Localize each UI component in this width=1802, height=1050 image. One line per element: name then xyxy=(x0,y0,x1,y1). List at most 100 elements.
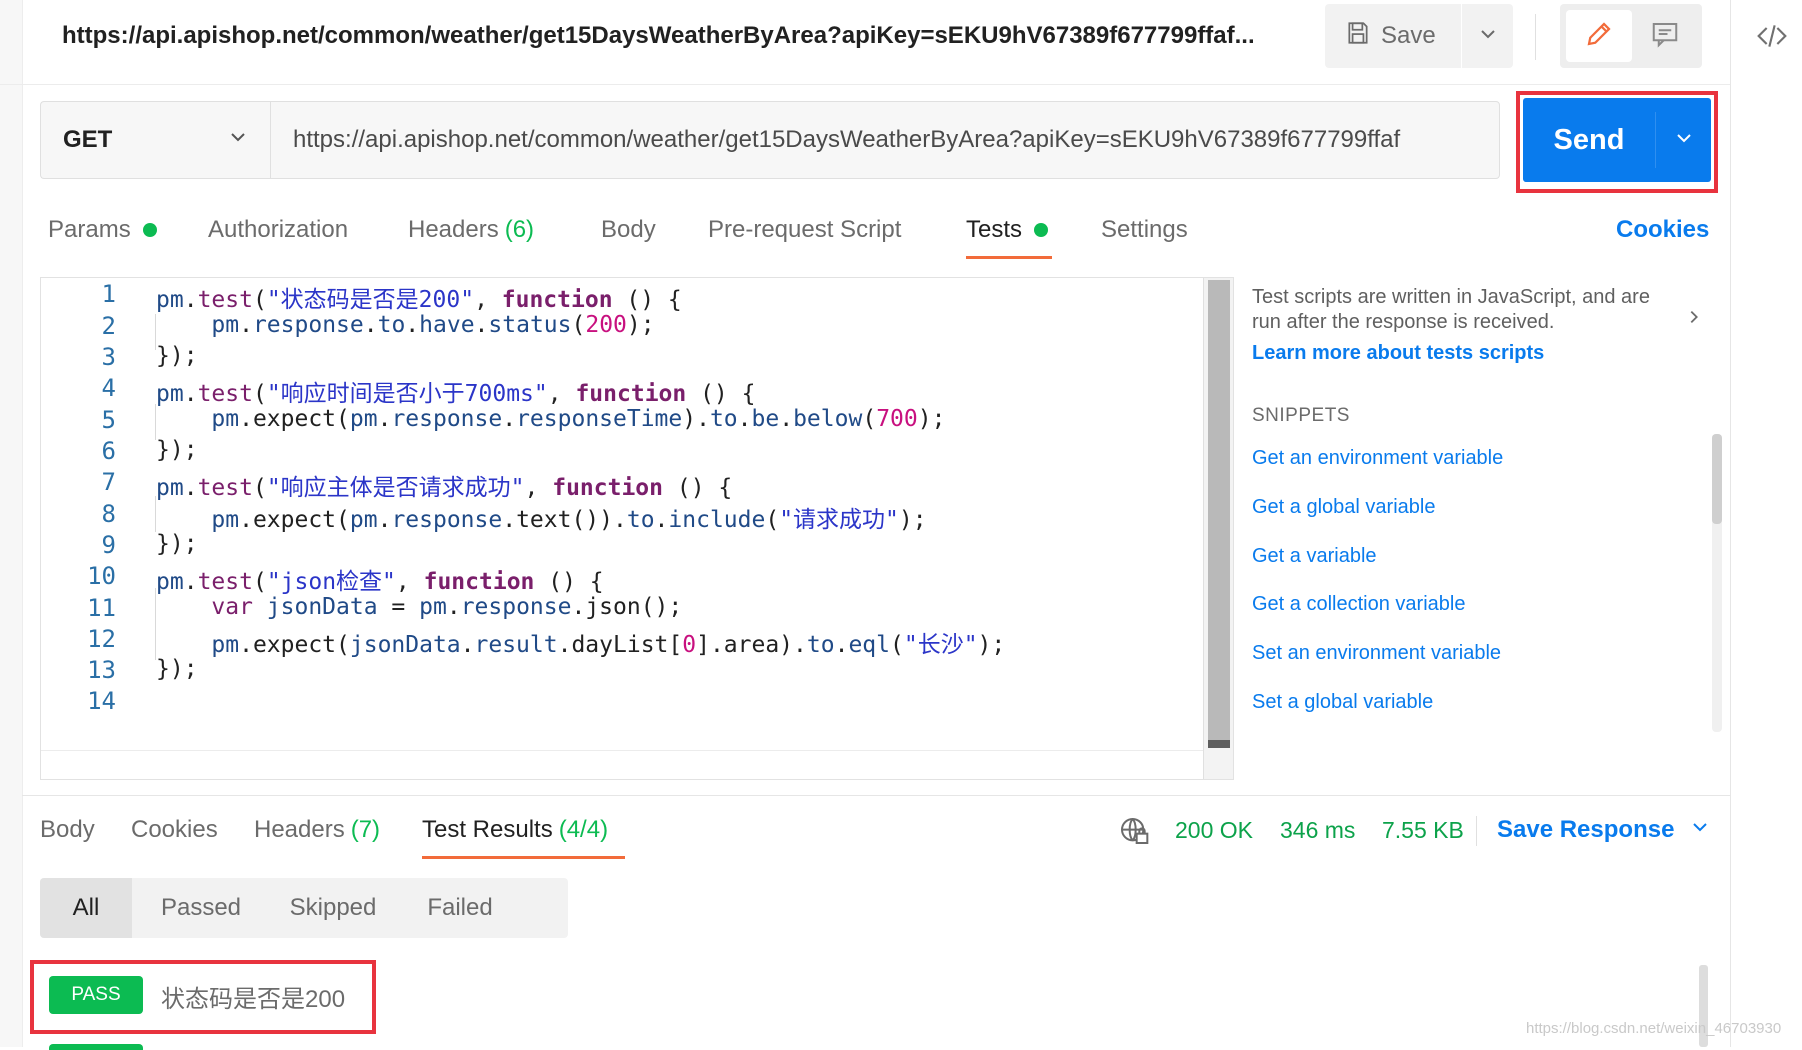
save-options-button[interactable] xyxy=(1462,4,1513,68)
tab-params[interactable]: Params xyxy=(48,212,157,248)
chevron-down-icon xyxy=(1690,816,1710,844)
code-line: }); xyxy=(156,531,198,557)
tab-settings-label: Settings xyxy=(1101,216,1188,243)
tests-description: Test scripts are written in JavaScript, … xyxy=(1252,286,1650,333)
response-tab-cookies-label: Cookies xyxy=(131,816,218,843)
line-number: 11 xyxy=(87,594,116,622)
response-divider xyxy=(22,795,1730,796)
tab-settings[interactable]: Settings xyxy=(1101,212,1188,248)
line-number: 7 xyxy=(101,468,116,496)
cookies-link[interactable]: Cookies xyxy=(1616,212,1709,248)
tab-tests[interactable]: Tests xyxy=(966,212,1049,248)
method-select[interactable]: GET xyxy=(40,101,270,179)
tab-prerequest-script[interactable]: Pre-request Script xyxy=(708,212,901,248)
code-line: pm.expect(pm.response.text()).to.include… xyxy=(211,507,927,533)
send-options-button[interactable] xyxy=(1656,98,1711,182)
test-result-name: 状态码是否是200 xyxy=(161,985,346,1013)
save-response-label: Save Response xyxy=(1497,816,1675,843)
editor-scrollbar-thumb[interactable] xyxy=(1208,280,1230,740)
line-number: 4 xyxy=(101,374,116,402)
response-tab-cookies[interactable]: Cookies xyxy=(131,812,218,848)
snippet-get-collection-variable[interactable]: Get a collection variable xyxy=(1252,593,1465,616)
tab-body-label: Body xyxy=(601,216,656,243)
response-tab-headers[interactable]: Headers (7) xyxy=(254,812,380,848)
tab-headers-label: Headers xyxy=(408,216,499,243)
edit-mode-button[interactable] xyxy=(1566,10,1632,62)
save-button[interactable]: Save xyxy=(1325,4,1461,68)
response-headers-count: (7) xyxy=(350,816,381,843)
tab-prerequest-label: Pre-request Script xyxy=(708,216,902,243)
send-button-group: Send xyxy=(1523,98,1711,182)
code-brackets-icon[interactable] xyxy=(1754,18,1790,54)
comment-icon xyxy=(1650,19,1680,54)
line-number: 5 xyxy=(101,406,116,434)
pencil-icon xyxy=(1584,19,1614,54)
code-line: pm.test("响应主体是否请求成功", function () { xyxy=(156,475,733,501)
response-tab-body-label: Body xyxy=(40,816,95,843)
editor-scrollbar-end xyxy=(1208,740,1230,748)
chevron-right-icon[interactable] xyxy=(1682,305,1706,329)
response-tab-headers-label: Headers xyxy=(254,816,345,843)
tests-indicator-dot xyxy=(1034,223,1049,237)
code-line: pm.test("响应时间是否小于700ms", function () { xyxy=(156,381,756,407)
line-number: 13 xyxy=(87,656,116,684)
active-response-tab-underline xyxy=(422,856,625,859)
header-divider xyxy=(1535,14,1536,60)
code-line: pm.response.to.have.status(200); xyxy=(211,312,655,338)
response-status[interactable]: 200 OK xyxy=(1175,812,1253,848)
watermark: https://blog.csdn.net/weixin_46703930 xyxy=(1526,1020,1782,1037)
snippet-get-global-variable[interactable]: Get a global variable xyxy=(1252,496,1435,519)
line-number: 6 xyxy=(101,437,116,465)
save-button-group: Save xyxy=(1325,4,1513,68)
code-line: pm.expect(pm.response.responseTime).to.b… xyxy=(211,406,946,432)
code-line: }); xyxy=(156,437,198,463)
params-indicator-dot xyxy=(142,223,157,237)
tests-side-panel: Test scripts are written in JavaScript, … xyxy=(1252,277,1722,780)
line-number: 9 xyxy=(101,531,116,559)
headers-count: (6) xyxy=(504,216,535,243)
snippets-title: SNIPPETS xyxy=(1252,405,1350,426)
response-size[interactable]: 7.55 KB xyxy=(1382,812,1464,848)
snippet-set-global-variable[interactable]: Set a global variable xyxy=(1252,691,1433,714)
line-number: 12 xyxy=(87,625,116,653)
line-number: 8 xyxy=(101,500,116,528)
snippets-scrollbar-thumb[interactable] xyxy=(1712,434,1722,524)
network-globe-icon[interactable] xyxy=(1117,814,1151,848)
response-tab-test-results-label: Test Results xyxy=(422,816,553,843)
response-tab-test-results[interactable]: Test Results (4/4) xyxy=(422,812,608,848)
current-line-highlight xyxy=(41,750,1203,779)
send-button[interactable]: Send xyxy=(1523,98,1655,182)
filter-passed[interactable]: Passed xyxy=(132,878,270,938)
test-script-editor[interactable]: 1 2 3 4 5 6 7 8 9 10 11 12 13 14 pm.test("状态码是否是200",… xyxy=(40,277,1234,780)
request-title[interactable]: https://api.apishop.net/common/weather/g… xyxy=(62,16,1312,56)
snippet-get-variable[interactable]: Get a variable xyxy=(1252,545,1377,568)
save-button-label: Save xyxy=(1381,22,1436,49)
editor-scrollbar[interactable] xyxy=(1203,278,1233,779)
line-number: 3 xyxy=(101,343,116,371)
documentation-mode-button[interactable] xyxy=(1632,10,1698,62)
learn-more-link[interactable]: Learn more about tests scripts xyxy=(1252,342,1544,365)
snippets-scrollbar[interactable] xyxy=(1712,434,1722,732)
line-number: 14 xyxy=(87,687,116,715)
save-response-button[interactable]: Save Response xyxy=(1497,812,1710,848)
filter-failed[interactable]: Failed xyxy=(396,878,524,938)
snippet-get-environment-variable[interactable]: Get an environment variable xyxy=(1252,447,1503,470)
status-divider xyxy=(1476,816,1477,846)
code-line: }); xyxy=(156,343,198,369)
chevron-down-icon xyxy=(228,126,248,154)
response-tab-body[interactable]: Body xyxy=(40,812,95,848)
code-line: pm.expect(jsonData.result.dayList[0].are… xyxy=(211,632,1006,658)
filter-all[interactable]: All xyxy=(40,878,132,938)
line-number: 2 xyxy=(101,312,116,340)
snippet-set-environment-variable[interactable]: Set an environment variable xyxy=(1252,642,1501,665)
view-mode-toggle xyxy=(1560,4,1702,68)
response-time[interactable]: 346 ms xyxy=(1280,812,1355,848)
tab-authorization[interactable]: Authorization xyxy=(208,212,348,248)
right-sidebar xyxy=(1730,0,1802,1047)
code-line: var jsonData = pm.response.json(); xyxy=(211,594,683,620)
active-tab-underline xyxy=(966,256,1052,259)
tab-headers[interactable]: Headers (6) xyxy=(408,212,534,248)
filter-skipped[interactable]: Skipped xyxy=(270,878,396,938)
url-input[interactable] xyxy=(270,101,1500,179)
tab-body[interactable]: Body xyxy=(601,212,656,248)
